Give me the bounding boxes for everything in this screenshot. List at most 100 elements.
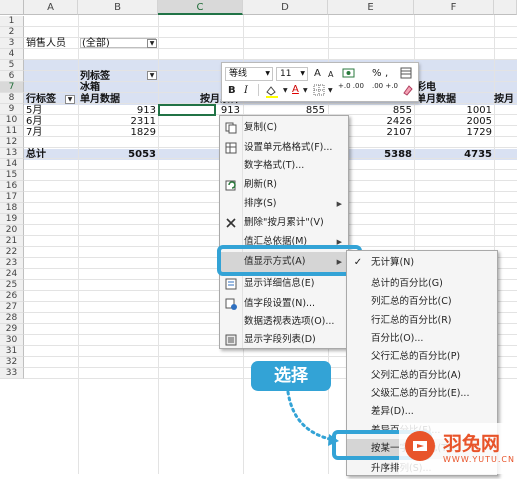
shrink-font-button[interactable]: A bbox=[328, 68, 333, 82]
total-f: 4735 bbox=[464, 149, 492, 160]
row-header[interactable]: 17 bbox=[0, 192, 24, 203]
row-header[interactable]: 5 bbox=[0, 60, 24, 71]
watermark-logo: 羽兔网 WWW.YUTU.CN bbox=[399, 423, 517, 474]
submenu-item[interactable]: 列汇总的百分比(C) bbox=[347, 292, 497, 312]
row-header[interactable]: 11 bbox=[0, 126, 24, 137]
format-painter-icon[interactable] bbox=[400, 67, 414, 81]
submenu-item[interactable]: 行汇总的百分比(R) bbox=[347, 311, 497, 331]
row-header[interactable]: 33 bbox=[0, 368, 24, 379]
column-header-a[interactable]: A bbox=[24, 0, 78, 15]
column-header-e[interactable]: E bbox=[328, 0, 414, 15]
column-header-d[interactable]: D bbox=[243, 0, 328, 15]
row-header[interactable]: 20 bbox=[0, 225, 24, 236]
context-menu-item[interactable]: 显示字段列表(D) bbox=[220, 330, 348, 350]
row-header[interactable]: 9 bbox=[0, 104, 24, 115]
format-cells-icon bbox=[225, 142, 237, 154]
context-menu-item[interactable]: 显示详细信息(E) bbox=[220, 274, 348, 294]
row-header[interactable]: 18 bbox=[0, 203, 24, 214]
font-color-button[interactable]: A bbox=[292, 83, 299, 97]
borders-icon[interactable] bbox=[313, 84, 329, 98]
increase-decimal-button[interactable]: +.0 .00 bbox=[338, 83, 364, 97]
submenu-item[interactable]: 差异(D)... bbox=[347, 402, 497, 422]
context-menu-item[interactable]: 排序(S) ▶ bbox=[220, 194, 348, 214]
filter-value[interactable]: (全部) bbox=[80, 38, 156, 49]
connector-arrow-icon bbox=[286, 390, 339, 446]
row-header[interactable]: 2 bbox=[0, 27, 24, 38]
checkmark-icon: ✓ bbox=[353, 257, 363, 268]
details-icon bbox=[225, 278, 237, 290]
row-header[interactable]: 21 bbox=[0, 236, 24, 247]
italic-button[interactable]: I bbox=[244, 84, 248, 98]
product-2-header: 彩电 bbox=[416, 82, 436, 93]
submenu-item[interactable]: 父列汇总的百分比(A) bbox=[347, 366, 497, 386]
context-menu-item[interactable]: 刷新(R) bbox=[220, 175, 348, 195]
row-header[interactable]: 13 bbox=[0, 148, 24, 159]
pivot-cell-f: 1001 bbox=[466, 105, 492, 116]
submenu-item[interactable]: 总计的百分比(G) bbox=[347, 274, 497, 294]
column-header-f[interactable]: F bbox=[414, 0, 494, 15]
clear-format-icon[interactable] bbox=[402, 84, 416, 98]
chevron-down-icon[interactable]: ▼ bbox=[303, 84, 308, 98]
comma-button[interactable]: , bbox=[385, 67, 388, 81]
row-header[interactable]: 7 bbox=[0, 82, 24, 93]
context-menu-item[interactable]: 删除"按月累计"(V) bbox=[220, 213, 348, 233]
row-header[interactable]: 31 bbox=[0, 346, 24, 357]
row-header[interactable]: 22 bbox=[0, 247, 24, 258]
context-menu-item[interactable]: 值字段设置(N)... bbox=[220, 294, 348, 314]
row-header[interactable]: 28 bbox=[0, 313, 24, 324]
header-cumulative-2: 按月 bbox=[494, 94, 514, 105]
context-menu-item[interactable]: 设置单元格格式(F)... bbox=[220, 138, 348, 158]
row-header[interactable]: 8 bbox=[0, 93, 24, 104]
context-menu-item-label: 设置单元格格式(F)... bbox=[244, 142, 333, 153]
accounting-format-icon[interactable] bbox=[342, 67, 358, 81]
bold-button[interactable]: B bbox=[228, 84, 236, 98]
row-header[interactable]: 19 bbox=[0, 214, 24, 225]
grow-font-button[interactable]: A bbox=[314, 67, 321, 81]
font-name-box[interactable]: 等线 ▼ bbox=[225, 67, 273, 81]
column-header-g[interactable] bbox=[494, 0, 517, 15]
context-menu-item[interactable]: 数字格式(T)... bbox=[220, 156, 348, 176]
row-header[interactable]: 4 bbox=[0, 49, 24, 60]
row-header[interactable]: 32 bbox=[0, 357, 24, 368]
font-size-box[interactable]: 11 ▼ bbox=[276, 67, 308, 81]
context-menu: 复制(C) 设置单元格格式(F)... 数字格式(T)... 刷新(R) 排序(S) ▶ 删… bbox=[219, 115, 349, 349]
context-menu-item[interactable]: 数据透视表选项(O)... bbox=[220, 312, 348, 332]
decrease-decimal-button[interactable]: .00 +.0 bbox=[372, 83, 398, 97]
fill-color-icon[interactable] bbox=[264, 84, 282, 98]
row-header[interactable]: 24 bbox=[0, 269, 24, 280]
column-header-b[interactable]: B bbox=[78, 0, 158, 15]
select-all-corner[interactable] bbox=[0, 0, 24, 15]
row-header[interactable]: 29 bbox=[0, 324, 24, 335]
refresh-icon bbox=[225, 179, 237, 191]
row-labels-dropdown-button[interactable]: ▼ bbox=[65, 95, 75, 104]
submenu-item[interactable]: ✓ 无计算(N) bbox=[347, 253, 497, 273]
row-header[interactable]: 3 bbox=[0, 38, 24, 49]
row-header[interactable]: 14 bbox=[0, 159, 24, 170]
submenu-item-label: 总计的百分比(G) bbox=[371, 278, 443, 289]
column-header-c[interactable]: C bbox=[158, 0, 243, 15]
row-header[interactable]: 16 bbox=[0, 181, 24, 192]
chevron-down-icon[interactable]: ▼ bbox=[283, 84, 288, 98]
chevron-down-icon[interactable]: ▼ bbox=[328, 84, 333, 98]
row-header[interactable]: 26 bbox=[0, 291, 24, 302]
submenu-item[interactable]: 百分比(O)... bbox=[347, 329, 497, 349]
context-menu-item[interactable]: 复制(C) bbox=[220, 118, 348, 138]
row-header[interactable]: 6 bbox=[0, 71, 24, 82]
row-header[interactable]: 10 bbox=[0, 115, 24, 126]
row-header[interactable]: 15 bbox=[0, 170, 24, 181]
row-header[interactable]: 23 bbox=[0, 258, 24, 269]
row-labels-title: 行标签 bbox=[26, 94, 56, 105]
column-labels-dropdown-button[interactable]: ▼ bbox=[147, 71, 157, 80]
watermark-brand: 羽兔网 bbox=[443, 433, 501, 455]
submenu-item[interactable]: 父行汇总的百分比(P) bbox=[347, 347, 497, 367]
context-menu-item-label: 数字格式(T)... bbox=[244, 160, 305, 171]
submenu-item-label: 无计算(N) bbox=[371, 257, 415, 268]
filter-dropdown-button[interactable]: ▼ bbox=[147, 39, 157, 48]
row-header[interactable]: 25 bbox=[0, 280, 24, 291]
row-header[interactable]: 1 bbox=[0, 16, 24, 27]
submenu-item[interactable]: 父级汇总的百分比(E)... bbox=[347, 384, 497, 404]
row-header[interactable]: 30 bbox=[0, 335, 24, 346]
row-header[interactable]: 12 bbox=[0, 137, 24, 148]
row-header[interactable]: 27 bbox=[0, 302, 24, 313]
percent-button[interactable]: % bbox=[372, 67, 382, 81]
